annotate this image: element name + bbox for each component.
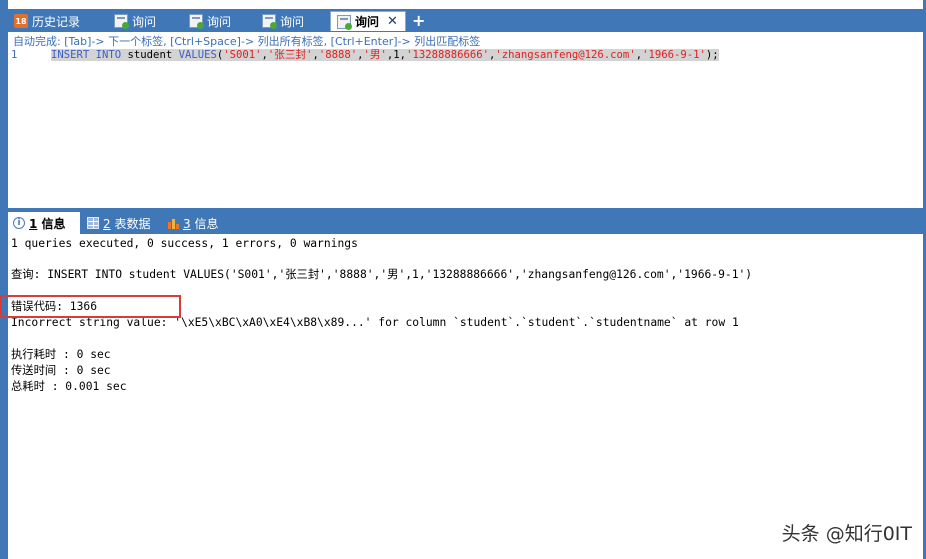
tab-table-data[interactable]: 2 表数据: [82, 212, 156, 234]
tab-query-3[interactable]: 询问: [256, 11, 326, 31]
error-highlight-box: [0, 295, 181, 318]
sql-value: '8888': [318, 49, 358, 61]
autocomplete-hint: 自动完成: [Tab]-> 下一个标签, [Ctrl+Space]-> 列出所有…: [13, 35, 481, 48]
sql-paren: );: [705, 49, 719, 61]
tab-label: 询问: [355, 15, 380, 29]
tab-label: 询问: [207, 14, 232, 29]
sql-value: 'S001': [223, 49, 262, 61]
sql-value: '1966-9-1': [642, 49, 706, 61]
add-tab-icon[interactable]: +: [412, 11, 425, 31]
tab-label: 询问: [132, 14, 157, 29]
query-icon: [262, 14, 277, 29]
history-icon: 18: [14, 14, 28, 28]
execution-summary: 1 queries executed, 0 success, 1 errors,…: [11, 237, 358, 250]
sql-table: student: [121, 49, 179, 61]
tab-text: 信息: [190, 216, 219, 231]
result-tab-bar: i 1 信息 2 表数据 3 信息: [8, 208, 923, 234]
selected-sql[interactable]: INSERT INTO student VALUES('S001','张三封',…: [51, 49, 719, 61]
sql-keyword: INSERT INTO: [51, 49, 122, 61]
close-icon[interactable]: ✕: [387, 14, 398, 29]
info-icon: i: [13, 217, 25, 229]
executed-query: 查询: INSERT INTO student VALUES('S001','张…: [11, 268, 753, 281]
tab-query-1[interactable]: 询问: [108, 11, 178, 31]
exec-time: 执行耗时 : 0 sec: [11, 348, 111, 361]
result-tab-label: 3 信息: [183, 215, 218, 232]
sql-value: '13288886666': [406, 49, 489, 61]
tab-query-4-active[interactable]: 询问 ✕: [330, 11, 406, 31]
message-output[interactable]: 1 queries executed, 0 success, 1 errors,…: [8, 234, 923, 559]
tab-text: 信息: [37, 216, 66, 231]
total-time: 总耗时 : 0.001 sec: [11, 380, 127, 393]
sql-value: '张三封': [267, 49, 313, 61]
result-tab-label: 2 表数据: [103, 215, 150, 232]
transfer-time: 传送时间 : 0 sec: [11, 364, 111, 377]
tab-text: 表数据: [110, 216, 151, 231]
tab-label: 历史记录: [32, 14, 81, 29]
query-icon: [189, 14, 204, 29]
query-icon: [337, 14, 352, 30]
query-icon: [114, 14, 129, 29]
sql-keyword: VALUES: [178, 49, 217, 61]
tab-messages[interactable]: i 1 信息: [8, 212, 80, 234]
tab-info[interactable]: 3 信息: [162, 212, 228, 234]
query-tab-bar: 18 历史记录 询问 询问 询问 询问 ✕ +: [8, 9, 923, 32]
sql-value: '男': [363, 49, 387, 61]
sql-editor[interactable]: 自动完成: [Tab]-> 下一个标签, [Ctrl+Space]-> 列出所有…: [8, 32, 923, 208]
window-frame-left: [0, 0, 8, 559]
tab-query-2[interactable]: 询问: [183, 11, 253, 31]
sql-value: 'zhangsanfeng@126.com': [495, 49, 636, 61]
line-number: 1: [11, 49, 18, 61]
code-line[interactable]: 1 INSERT INTO student VALUES('S001','张三封'…: [8, 48, 719, 62]
watermark: 头条 @知行0IT: [781, 523, 912, 545]
grid-icon: [87, 217, 99, 229]
bars-icon: [167, 217, 179, 229]
tab-number: 2: [103, 216, 111, 231]
tab-label: 询问: [280, 14, 305, 29]
tab-history[interactable]: 18 历史记录: [8, 11, 104, 31]
result-tab-label: 1 信息: [29, 215, 66, 232]
tab-number: 3: [183, 216, 191, 231]
